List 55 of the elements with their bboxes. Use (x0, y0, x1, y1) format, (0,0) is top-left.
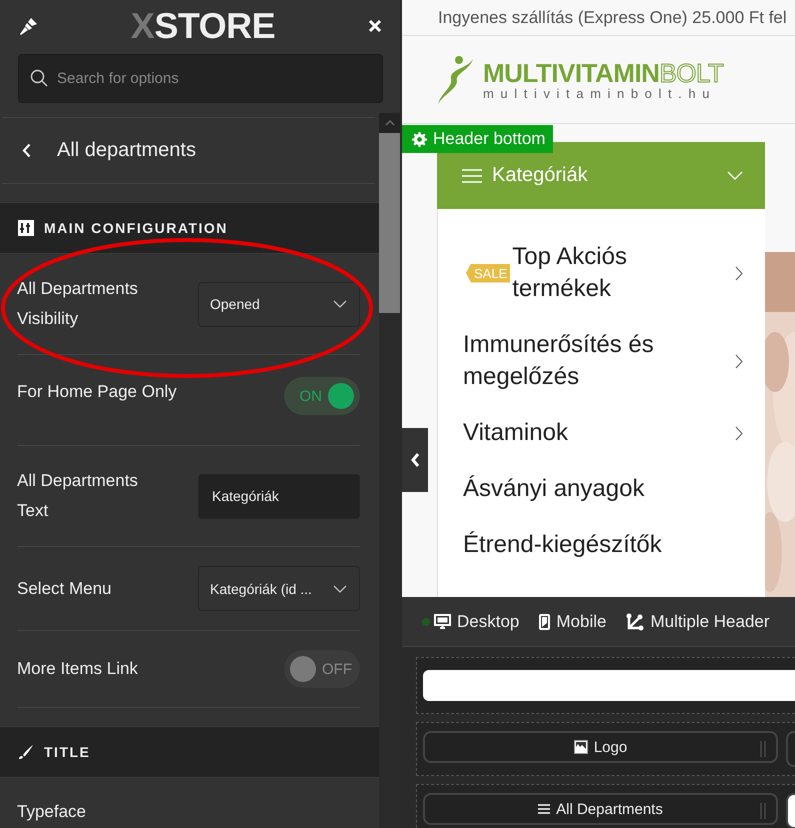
menu-item[interactable]: Vitaminok (463, 417, 568, 449)
sliders-icon (18, 220, 34, 236)
brand-name: MULTIVITAMINBOLT (483, 58, 724, 86)
brand-domain: multivitaminbolt.hu (483, 86, 718, 100)
chevron-down-icon (333, 300, 347, 308)
text-field[interactable]: Kategóriák (198, 474, 360, 518)
search-field[interactable]: Search for options (18, 54, 383, 103)
chevron-icon (727, 171, 743, 180)
scrollbar[interactable] (379, 113, 400, 828)
chevron-down-icon (333, 584, 347, 592)
grip-icon[interactable] (760, 741, 766, 757)
chevron-left-icon (410, 452, 420, 468)
setting-label: Select Menu (17, 578, 112, 600)
monitor-icon (434, 614, 451, 629)
scrollbar-thumb[interactable] (379, 133, 400, 313)
select-field[interactable]: Opened (198, 282, 360, 326)
phone-icon (539, 614, 550, 630)
setting-label: All Departments Text (17, 470, 139, 522)
collapse-button[interactable] (402, 428, 428, 492)
setting-label: For Home Page Only (17, 381, 177, 403)
image-icon (574, 740, 588, 754)
header-element[interactable]: Logo (423, 731, 778, 763)
chevron-up-icon (384, 120, 394, 126)
store-logo: XSTORE (130, 5, 276, 47)
scroll-up-button[interactable] (379, 113, 400, 133)
menu-item[interactable]: Top Akciós termékek (512, 241, 720, 305)
section-title: TITLE (44, 744, 90, 760)
setting-label: More Items Link (17, 658, 138, 680)
section-title: MAIN CONFIGURATION (44, 220, 228, 236)
device-tab[interactable]: Desktop (422, 612, 520, 632)
grip-icon[interactable] (760, 803, 766, 819)
chevron-left-icon (22, 143, 31, 158)
branch-icon (626, 612, 644, 630)
menu-icon (538, 804, 550, 814)
figure-logo-icon (437, 54, 475, 104)
menu-icon (462, 168, 482, 182)
sale-badge: SALE (466, 264, 510, 282)
brush-icon (18, 744, 34, 760)
menu-item[interactable]: Immunerősítés és megelőzés (463, 329, 671, 393)
setting-label: Typeface (17, 801, 87, 823)
setting-label: All Departments Visibility (17, 278, 139, 330)
header-element[interactable]: All Departments (423, 793, 778, 825)
back-button[interactable] (22, 143, 31, 158)
header-element[interactable] (786, 793, 795, 828)
device-tab[interactable]: Mobile (539, 612, 606, 632)
shipping-notice: Ingyenes szállítás (Express One) 25.000 Ft fel (438, 8, 787, 28)
gear-icon (412, 132, 427, 146)
device-tab[interactable]: Multiple Header (626, 612, 770, 632)
close-icon[interactable] (368, 19, 382, 33)
panel-title: All departments (57, 139, 196, 162)
brush-icon[interactable] (19, 16, 38, 36)
search-icon (30, 69, 48, 87)
menu-item[interactable]: Étrend-kiegészítők (463, 529, 662, 561)
menu-item[interactable]: Ásványi anyagok (463, 473, 644, 505)
select-field[interactable]: Kategóriák (id ... (198, 566, 360, 611)
